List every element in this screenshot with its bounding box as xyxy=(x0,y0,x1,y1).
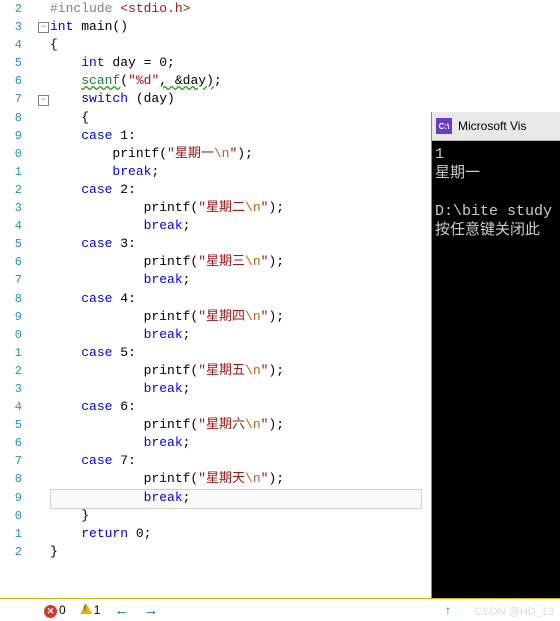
line-number: 7 xyxy=(0,452,22,470)
code-line[interactable]: case 2: xyxy=(50,181,560,199)
line-number: 5 xyxy=(0,54,22,72)
code-line[interactable]: case 5: xyxy=(50,344,560,362)
code-line[interactable]: case 4: xyxy=(50,290,560,308)
code-line[interactable]: break; xyxy=(50,434,560,452)
line-number: 5 xyxy=(0,235,22,253)
line-number: 6 xyxy=(0,253,22,271)
warning-icon xyxy=(80,603,92,614)
line-number: 2 xyxy=(0,543,22,561)
line-number: 3 xyxy=(0,18,22,36)
line-number: 8 xyxy=(0,290,22,308)
code-line[interactable]: switch (day) xyxy=(50,90,560,108)
line-number: 8 xyxy=(0,109,22,127)
code-line[interactable]: break; xyxy=(50,489,560,507)
line-number: 0 xyxy=(0,507,22,525)
code-line[interactable]: printf("星期天\n"); xyxy=(50,470,560,488)
line-number: 8 xyxy=(0,470,22,488)
fold-toggle-icon[interactable] xyxy=(38,95,49,106)
code-line[interactable]: int main() xyxy=(50,18,560,36)
nav-back-button[interactable]: ← xyxy=(114,602,129,619)
warnings-indicator[interactable]: 1 xyxy=(80,603,101,617)
line-number: 1 xyxy=(0,344,22,362)
watermark: CSDN @HD_13 xyxy=(474,606,554,618)
code-line[interactable]: int day = 0; xyxy=(50,54,560,72)
fold-column xyxy=(36,0,50,598)
line-number: 9 xyxy=(0,308,22,326)
code-line[interactable]: { xyxy=(50,36,560,54)
line-number: 9 xyxy=(0,127,22,145)
code-line[interactable]: #include <stdio.h> xyxy=(50,0,560,18)
code-line[interactable]: break; xyxy=(50,217,560,235)
code-line[interactable]: { xyxy=(50,109,560,127)
errors-indicator[interactable]: ✕0 xyxy=(44,603,66,618)
code-line[interactable]: break; xyxy=(50,163,560,181)
error-icon: ✕ xyxy=(44,605,57,618)
code-line[interactable]: } xyxy=(50,507,560,525)
code-line[interactable]: printf("星期一\n"); xyxy=(50,145,560,163)
line-number: 4 xyxy=(0,217,22,235)
up-button[interactable]: ↑ xyxy=(445,603,451,617)
line-number: 1 xyxy=(0,525,22,543)
code-line[interactable]: break; xyxy=(50,271,560,289)
line-number: 7 xyxy=(0,90,22,108)
line-number: 3 xyxy=(0,380,22,398)
code-line[interactable]: printf("星期四\n"); xyxy=(50,308,560,326)
line-number: 3 xyxy=(0,199,22,217)
line-number: 2 xyxy=(0,0,22,18)
code-line[interactable]: printf("星期五\n"); xyxy=(50,362,560,380)
line-number: 0 xyxy=(0,326,22,344)
code-line[interactable]: break; xyxy=(50,380,560,398)
code-line[interactable]: printf("星期六\n"); xyxy=(50,416,560,434)
line-number: 4 xyxy=(0,36,22,54)
code-editor[interactable]: #include <stdio.h>int main(){ int day = … xyxy=(50,0,560,561)
line-number: 2 xyxy=(0,181,22,199)
code-line[interactable]: break; xyxy=(50,326,560,344)
warning-count: 1 xyxy=(94,603,101,617)
line-number: 2 xyxy=(0,362,22,380)
code-line[interactable]: case 1: xyxy=(50,127,560,145)
fold-toggle-icon[interactable] xyxy=(38,22,49,33)
code-line[interactable]: case 7: xyxy=(50,452,560,470)
line-number: 9 xyxy=(0,489,22,507)
line-number: 5 xyxy=(0,416,22,434)
nav-forward-button[interactable]: → xyxy=(143,602,158,619)
error-count: 0 xyxy=(59,603,66,617)
code-line[interactable]: case 6: xyxy=(50,398,560,416)
line-number-gutter: 2345678901234567890123456789012 xyxy=(0,0,24,598)
code-line[interactable]: } xyxy=(50,543,560,561)
line-number: 4 xyxy=(0,398,22,416)
code-line[interactable]: printf("星期二\n"); xyxy=(50,199,560,217)
code-line[interactable]: printf("星期三\n"); xyxy=(50,253,560,271)
code-line[interactable]: case 3: xyxy=(50,235,560,253)
line-number: 6 xyxy=(0,434,22,452)
code-line[interactable]: return 0; xyxy=(50,525,560,543)
line-number: 6 xyxy=(0,72,22,90)
line-number: 7 xyxy=(0,271,22,289)
line-number: 0 xyxy=(0,145,22,163)
line-number: 1 xyxy=(0,163,22,181)
code-line[interactable]: scanf("%d", &day); xyxy=(50,72,560,90)
